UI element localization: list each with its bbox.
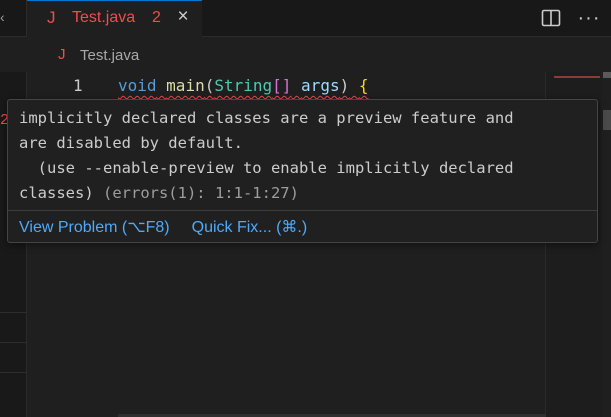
java-file-icon: J — [58, 46, 66, 63]
more-actions-icon[interactable]: ··· — [577, 6, 601, 30]
hover-actions: View Problem (⌥F8) Quick Fix... (⌘.) — [19, 217, 307, 239]
chevron-left-icon: ‹ — [0, 9, 5, 25]
vertical-scrollbar[interactable] — [601, 72, 611, 417]
hover-line-2: are disabled by default. — [19, 134, 243, 152]
overview-ruler-mark — [603, 72, 611, 78]
token-param: args — [301, 76, 340, 95]
divider — [0, 312, 26, 313]
token-bracket: [] — [272, 76, 292, 95]
divider — [0, 372, 26, 373]
tab-test-java[interactable]: J Test.java 2 × — [27, 0, 202, 37]
more-glyph: ··· — [577, 7, 601, 29]
code-line-1[interactable]: void main(String[] args) { — [118, 76, 369, 95]
hover-error-location: (errors(1): 1:1-1:27) — [93, 184, 299, 202]
scrollbar-thumb[interactable] — [603, 110, 611, 130]
hover-line-3: (use --enable-preview to enable implicit… — [19, 159, 514, 177]
hover-line-1: implicitly declared classes are a previe… — [19, 109, 514, 127]
close-icon[interactable]: × — [173, 7, 193, 27]
view-problem-link[interactable]: View Problem (⌥F8) — [19, 217, 170, 239]
hover-divider — [8, 210, 597, 211]
tab-stub[interactable]: ‹ — [0, 0, 27, 36]
token-type: String — [214, 76, 273, 95]
editor-actions: ··· — [539, 6, 601, 30]
token-brace: { — [358, 76, 369, 95]
problem-hover: implicitly declared classes are a previe… — [7, 99, 598, 243]
quick-fix-link[interactable]: Quick Fix... (⌘.) — [192, 217, 308, 239]
hover-message: implicitly declared classes are a previe… — [19, 106, 589, 206]
tab-bar: ‹ J Test.java 2 × ··· — [0, 0, 611, 37]
breadcrumb: J Test.java — [0, 37, 611, 70]
split-editor-icon[interactable] — [539, 6, 563, 30]
tab-label: Test.java — [72, 9, 136, 26]
divider — [0, 342, 26, 343]
breadcrumb-file[interactable]: Test.java — [80, 47, 139, 64]
line-number: 1 — [73, 76, 83, 95]
editor-window: ‹ J Test.java 2 × ··· J Test.java 2 1 vo… — [0, 0, 611, 417]
token-function: main — [166, 76, 205, 95]
token-keyword: void — [118, 76, 157, 95]
minimap-error-mark — [554, 76, 600, 78]
error-squiggle: void main(String[] args) { — [118, 76, 369, 95]
token-paren: ) — [339, 76, 350, 95]
token-paren: ( — [204, 76, 215, 95]
java-file-icon: J — [47, 8, 56, 27]
hover-line-4: classes) — [19, 184, 94, 202]
problem-count-badge: 2 — [152, 9, 161, 26]
